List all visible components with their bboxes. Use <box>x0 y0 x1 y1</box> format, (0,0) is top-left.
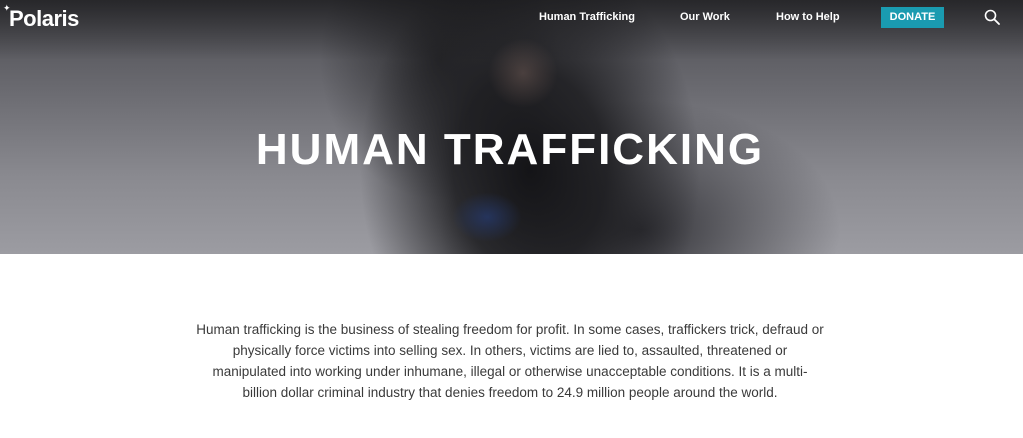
nav-item-our-work[interactable]: Our Work <box>680 11 730 23</box>
intro-paragraph: Human trafficking is the business of ste… <box>196 322 824 400</box>
main-content: Human trafficking is the business of ste… <box>0 254 1023 438</box>
hero-banner: ✦ Polaris Human Trafficking Our Work How… <box>0 0 1023 254</box>
nav-item-how-to-help[interactable]: How to Help <box>776 11 840 23</box>
logo-text: Polaris <box>9 6 79 31</box>
top-nav: ✦ Polaris Human Trafficking Our Work How… <box>0 0 1023 36</box>
logo[interactable]: ✦ Polaris <box>3 3 79 32</box>
donate-button[interactable]: DONATE <box>881 7 944 28</box>
hero-image-accent <box>452 192 522 242</box>
nav-item-human-trafficking[interactable]: Human Trafficking <box>539 11 635 23</box>
hero-image-face <box>488 38 558 108</box>
page-title: HUMAN TRAFFICKING <box>255 125 765 175</box>
search-icon[interactable] <box>984 9 1000 25</box>
logo-star-icon: ✦ <box>3 3 11 13</box>
